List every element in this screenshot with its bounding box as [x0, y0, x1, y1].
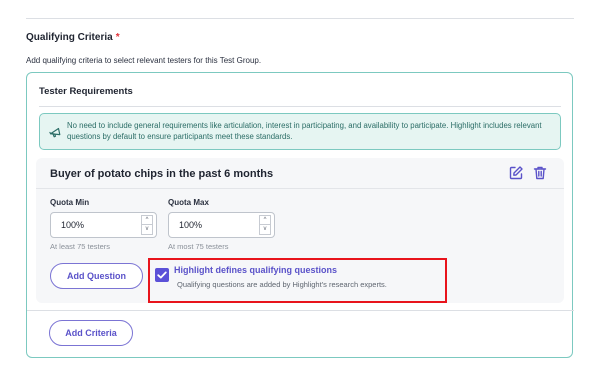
- criterion-divider: [36, 188, 564, 189]
- highlight-option-description: Qualifying questions are added by Highli…: [177, 280, 387, 289]
- quota-min-label: Quota Min: [50, 198, 90, 207]
- top-divider: [26, 18, 574, 19]
- section-title-text: Qualifying Criteria: [26, 32, 113, 43]
- tester-requirements-title: Tester Requirements: [39, 86, 133, 97]
- tester-requirements-card: Tester Requirements No need to include g…: [26, 72, 574, 358]
- checkmark-icon: [157, 271, 167, 279]
- quota-max-input[interactable]: 100% ^ v: [168, 212, 275, 238]
- stepper-up-icon[interactable]: ^: [141, 215, 153, 225]
- stepper-up-icon[interactable]: ^: [259, 215, 271, 225]
- trash-icon[interactable]: [532, 165, 548, 181]
- edit-icon[interactable]: [508, 165, 524, 181]
- add-criteria-button[interactable]: Add Criteria: [49, 320, 133, 346]
- quota-max-hint: At most 75 testers: [168, 242, 229, 251]
- tester-requirements-divider: [39, 106, 561, 107]
- add-question-button[interactable]: Add Question: [50, 263, 143, 289]
- megaphone-icon: [49, 127, 61, 138]
- required-mark: *: [115, 32, 120, 43]
- info-text: No need to include general requirements …: [67, 121, 542, 141]
- quota-max-label: Quota Max: [168, 198, 209, 207]
- section-description: Add qualifying criteria to select releva…: [26, 56, 262, 65]
- highlight-option-box: Highlight defines qualifying questions Q…: [148, 258, 447, 303]
- highlight-checkbox[interactable]: [155, 268, 169, 282]
- quota-max-value: 100%: [179, 220, 203, 230]
- quota-min-input[interactable]: 100% ^ v: [50, 212, 157, 238]
- criterion-title: Buyer of potato chips in the past 6 mont…: [50, 168, 274, 180]
- stepper-down-icon[interactable]: v: [259, 225, 271, 235]
- info-banner: No need to include general requirements …: [39, 113, 561, 150]
- quota-min-value: 100%: [61, 220, 85, 230]
- stepper-down-icon[interactable]: v: [141, 225, 153, 235]
- quota-max-stepper[interactable]: ^ v: [259, 215, 271, 235]
- quota-min-stepper[interactable]: ^ v: [141, 215, 153, 235]
- section-title: Qualifying Criteria *: [26, 32, 120, 43]
- quota-min-hint: At least 75 testers: [50, 242, 111, 251]
- card-bottom-divider: [27, 310, 574, 311]
- highlight-option-title[interactable]: Highlight defines qualifying questions: [174, 265, 337, 275]
